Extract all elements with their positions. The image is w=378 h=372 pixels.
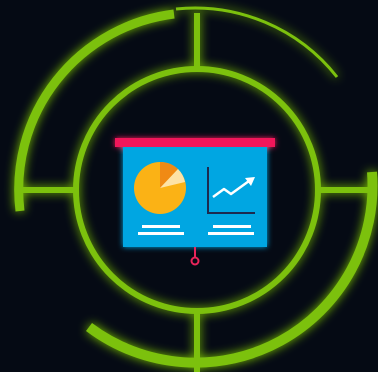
pie-chart-icon — [134, 161, 186, 214]
target-rings-icon — [14, 6, 378, 372]
board-stand — [190, 247, 200, 266]
board-rail — [115, 138, 275, 147]
target-illustration — [0, 0, 378, 372]
